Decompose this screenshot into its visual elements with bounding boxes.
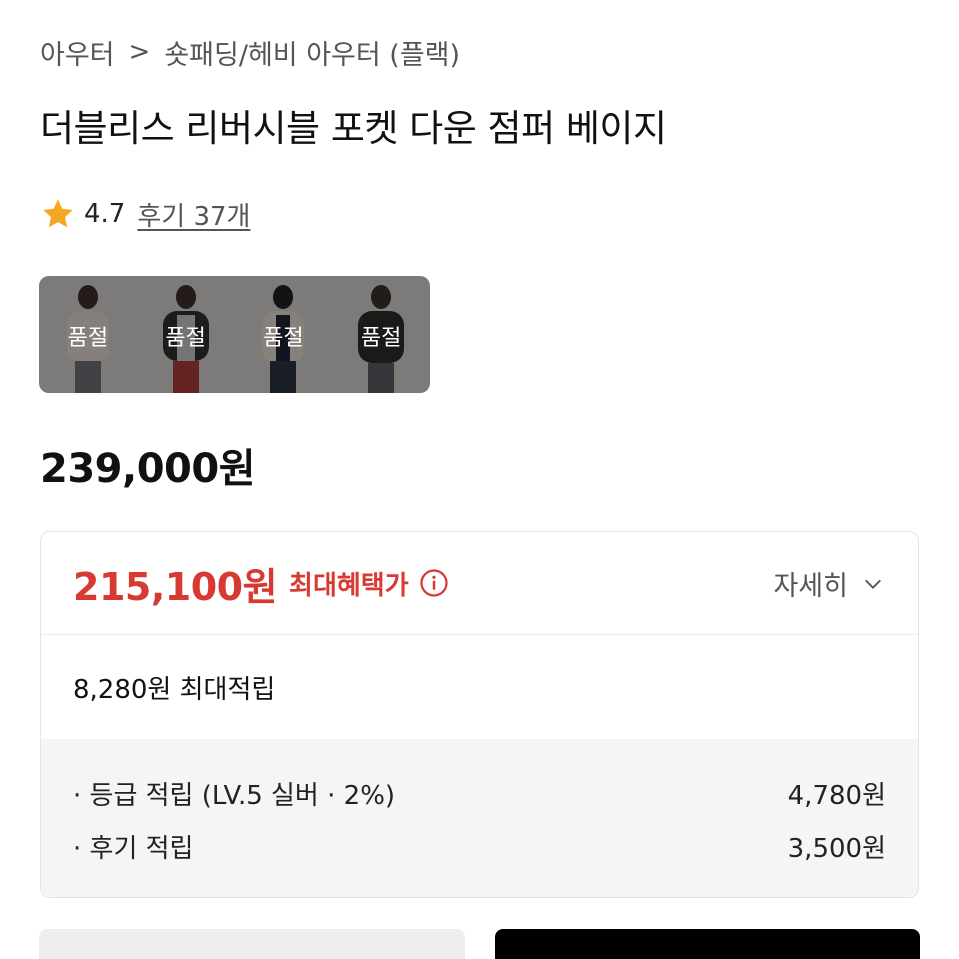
max-benefit-price: 215,100원: [73, 564, 278, 609]
color-option-thumb[interactable]: 품절: [234, 276, 333, 393]
points-breakdown: · 등급 적립 (LV.5 실버 · 2%) 4,780원 · 후기 적립 3,…: [41, 739, 918, 897]
breadcrumb-category[interactable]: 숏패딩/헤비 아우터 (플랙): [164, 33, 460, 72]
points-row-value: 3,500원: [787, 834, 886, 864]
color-option-thumb[interactable]: 품절: [39, 276, 137, 393]
points-row-review: · 후기 적립 3,500원: [73, 820, 886, 873]
secondary-action-button[interactable]: [39, 929, 465, 959]
sold-out-label: 품절: [165, 326, 206, 351]
info-circle-icon[interactable]: [419, 568, 449, 598]
max-benefit-label: 최대혜택가: [289, 570, 409, 601]
rating: 4.7 후기 37개: [40, 194, 250, 234]
points-row-label: · 후기 적립: [73, 834, 194, 864]
max-points: 8,280원 최대적립: [73, 674, 276, 705]
points-row-label: · 등급 적립 (LV.5 실버 · 2%): [73, 781, 396, 811]
sold-out-label: 품절: [360, 326, 402, 351]
sold-out-label: 품절: [263, 326, 304, 351]
product-price: 239,000원: [40, 446, 256, 492]
points-row-grade: · 등급 적립 (LV.5 실버 · 2%) 4,780원: [73, 767, 886, 820]
color-options: 품절 품절 품절 품절: [39, 276, 430, 393]
detail-label: 자세히: [773, 571, 848, 602]
benefit-box: 215,100원 최대혜택가 자세히 8,280원 최대적립 · 등급 적립 (…: [40, 531, 919, 898]
reviews-link[interactable]: 후기 37개: [137, 196, 250, 233]
points-row-value: 4,780원: [787, 781, 886, 811]
breadcrumb-root[interactable]: 아우터: [40, 33, 115, 72]
product-title: 더블리스 리버시블 포켓 다운 점퍼 베이지: [40, 107, 667, 150]
rating-score: 4.7: [84, 199, 126, 229]
primary-action-button[interactable]: [495, 929, 920, 959]
star-icon: [43, 199, 73, 228]
detail-toggle-button[interactable]: 자세히: [773, 564, 884, 603]
chevron-down-icon: [865, 579, 881, 589]
benefit-header: 215,100원 최대혜택가 자세히: [41, 532, 918, 635]
sold-out-label: 품절: [67, 326, 109, 351]
color-option-thumb[interactable]: 품절: [332, 276, 430, 393]
chevron-right-icon: >: [128, 37, 151, 67]
breadcrumb: 아우터 > 숏패딩/헤비 아우터 (플랙): [40, 33, 460, 72]
color-option-thumb[interactable]: 품절: [136, 276, 235, 393]
